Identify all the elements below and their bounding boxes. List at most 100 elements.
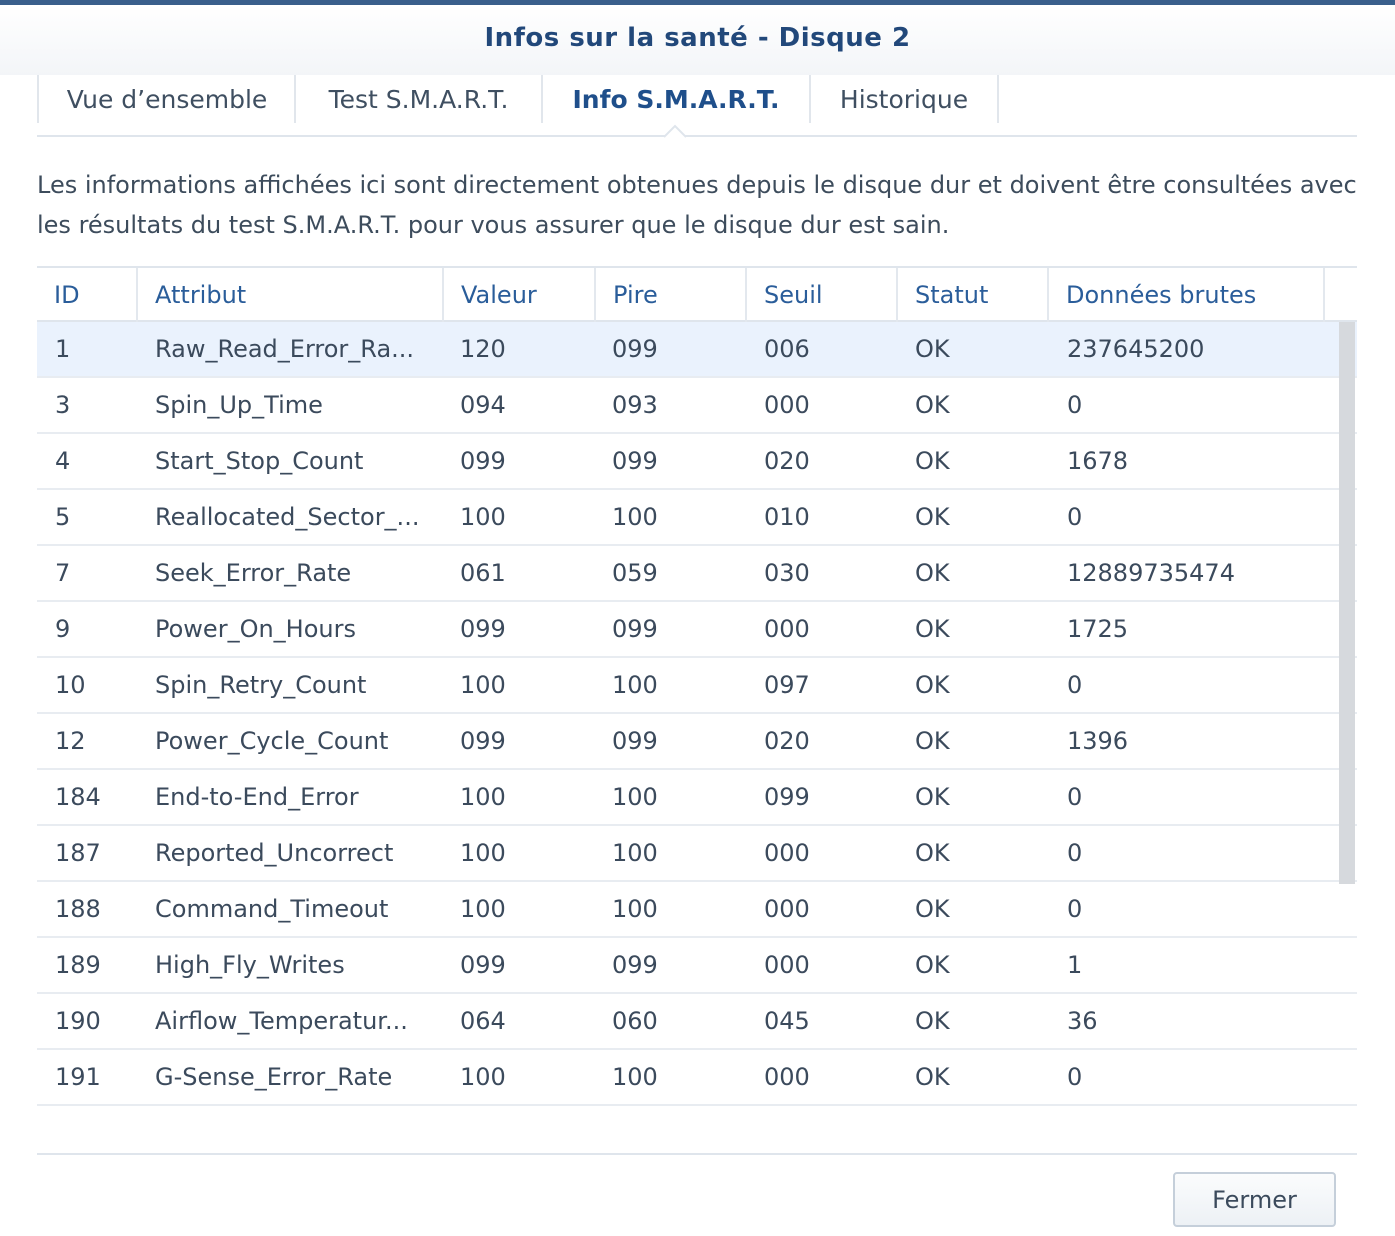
table-row[interactable]: 5 Reallocated_Sector_... 100 100 010 OK 0 — [37, 490, 1357, 546]
column-header-id[interactable]: ID — [37, 268, 138, 322]
table-row[interactable]: 188 Command_Timeout 100 100 000 OK 0 — [37, 882, 1357, 938]
cell-worst: 100 — [612, 503, 658, 531]
cell-worst: 100 — [612, 1063, 658, 1091]
cell-id: 5 — [55, 503, 71, 531]
cell-raw-data: 237645200 — [1067, 335, 1205, 363]
table-row[interactable]: 190 Airflow_Temperatur... 064 060 045 OK 36 — [37, 994, 1357, 1050]
cell-worst: 099 — [612, 615, 658, 643]
tab-smart-test[interactable]: Test S.M.A.R.T. — [294, 75, 541, 123]
cell-threshold: 045 — [764, 1007, 810, 1035]
cell-status: OK — [915, 839, 950, 867]
cell-status: OK — [915, 895, 950, 923]
cell-threshold: 006 — [764, 335, 810, 363]
cell-worst: 093 — [612, 391, 658, 419]
cell-status: OK — [915, 615, 950, 643]
table-body: 1 Raw_Read_Error_Ra... 120 099 006 OK 23764520… — [37, 322, 1357, 1106]
smart-info-description: Les informations affichées ici sont dire… — [37, 171, 1357, 239]
cell-attribute: Raw_Read_Error_Ra... — [155, 335, 415, 363]
tab-overview[interactable]: Vue d’ensemble — [37, 75, 295, 123]
cell-threshold: 000 — [764, 1063, 810, 1091]
cell-attribute: Command_Timeout — [155, 895, 389, 923]
cell-id: 3 — [55, 391, 71, 419]
table-header: ID Attribut Valeur Pire Seuil Statut Don… — [37, 266, 1357, 322]
cell-threshold: 000 — [764, 391, 810, 419]
cell-id: 10 — [55, 671, 86, 699]
cell-value: 100 — [460, 671, 506, 699]
cell-threshold: 097 — [764, 671, 810, 699]
table-row[interactable]: 191 G-Sense_Error_Rate 100 100 000 OK 0 — [37, 1050, 1357, 1106]
column-header-worst[interactable]: Pire — [596, 268, 747, 322]
tab-smart-info[interactable]: Info S.M.A.R.T. — [541, 75, 809, 123]
cell-status: OK — [915, 783, 950, 811]
cell-attribute: G-Sense_Error_Rate — [155, 1063, 393, 1091]
cell-raw-data: 0 — [1067, 503, 1083, 531]
cell-raw-data: 0 — [1067, 895, 1083, 923]
cell-threshold: 099 — [764, 783, 810, 811]
cell-value: 100 — [460, 1063, 506, 1091]
column-header-threshold[interactable]: Seuil — [747, 268, 898, 322]
tab-bar: Vue d’ensemble Test S.M.A.R.T. Info S.M.… — [37, 75, 1357, 138]
table-row[interactable]: 3 Spin_Up_Time 094 093 000 OK 0 — [37, 378, 1357, 434]
cell-status: OK — [915, 503, 950, 531]
cell-threshold: 000 — [764, 951, 810, 979]
column-header-status[interactable]: Statut — [898, 268, 1049, 322]
cell-value: 099 — [460, 951, 506, 979]
table-row[interactable]: 7 Seek_Error_Rate 061 059 030 OK 12889735474 — [37, 546, 1357, 602]
cell-worst: 100 — [612, 783, 658, 811]
table-row[interactable]: 189 High_Fly_Writes 099 099 000 OK 1 — [37, 938, 1357, 994]
cell-worst: 099 — [612, 447, 658, 475]
column-header-raw-data[interactable]: Données brutes — [1049, 268, 1325, 322]
table-scrollbar[interactable] — [1339, 322, 1355, 884]
active-tab-pointer-icon — [664, 124, 686, 138]
cell-worst: 099 — [612, 727, 658, 755]
cell-id: 12 — [55, 727, 86, 755]
cell-value: 061 — [460, 559, 506, 587]
table-row[interactable]: 184 End-to-End_Error 100 100 099 OK 0 — [37, 770, 1357, 826]
column-header-value[interactable]: Valeur — [444, 268, 596, 322]
cell-id: 188 — [55, 895, 101, 923]
cell-status: OK — [915, 1063, 950, 1091]
tab-history[interactable]: Historique — [809, 75, 997, 123]
health-info-dialog: Infos sur la santé - Disque 2 Vue d’ense… — [0, 0, 1395, 1236]
table-row[interactable]: 9 Power_On_Hours 099 099 000 OK 1725 — [37, 602, 1357, 658]
cell-id: 1 — [55, 335, 71, 363]
table-row[interactable]: 12 Power_Cycle_Count 099 099 020 OK 1396 — [37, 714, 1357, 770]
cell-id: 9 — [55, 615, 71, 643]
cell-threshold: 020 — [764, 727, 810, 755]
column-header-attribute[interactable]: Attribut — [138, 268, 444, 322]
cell-worst: 099 — [612, 951, 658, 979]
smart-attributes-table: ID Attribut Valeur Pire Seuil Statut Don… — [37, 266, 1357, 1106]
cell-raw-data: 12889735474 — [1067, 559, 1235, 587]
footer-divider — [37, 1153, 1357, 1155]
cell-value: 100 — [460, 895, 506, 923]
cell-status: OK — [915, 391, 950, 419]
cell-value: 094 — [460, 391, 506, 419]
cell-value: 100 — [460, 503, 506, 531]
cell-worst: 100 — [612, 839, 658, 867]
table-row[interactable]: 10 Spin_Retry_Count 100 100 097 OK 0 — [37, 658, 1357, 714]
close-button[interactable]: Fermer — [1173, 1172, 1336, 1227]
cell-worst: 059 — [612, 559, 658, 587]
cell-threshold: 000 — [764, 839, 810, 867]
cell-threshold: 000 — [764, 895, 810, 923]
cell-raw-data: 1396 — [1067, 727, 1129, 755]
cell-attribute: Seek_Error_Rate — [155, 559, 352, 587]
cell-worst: 060 — [612, 1007, 658, 1035]
cell-attribute: End-to-End_Error — [155, 783, 359, 811]
table-row[interactable]: 187 Reported_Uncorrect 100 100 000 OK 0 — [37, 826, 1357, 882]
cell-value: 099 — [460, 727, 506, 755]
cell-raw-data: 0 — [1067, 391, 1083, 419]
cell-value: 120 — [460, 335, 506, 363]
cell-threshold: 010 — [764, 503, 810, 531]
cell-value: 100 — [460, 783, 506, 811]
table-row[interactable]: 4 Start_Stop_Count 099 099 020 OK 1678 — [37, 434, 1357, 490]
cell-value: 099 — [460, 447, 506, 475]
table-row[interactable]: 1 Raw_Read_Error_Ra... 120 099 006 OK 23764520… — [37, 322, 1357, 378]
cell-value: 099 — [460, 615, 506, 643]
cell-id: 187 — [55, 839, 101, 867]
cell-attribute: Spin_Retry_Count — [155, 671, 367, 699]
cell-attribute: Reallocated_Sector_... — [155, 503, 420, 531]
dialog-title: Infos sur la santé - Disque 2 — [484, 23, 911, 53]
cell-id: 190 — [55, 1007, 101, 1035]
cell-status: OK — [915, 335, 950, 363]
